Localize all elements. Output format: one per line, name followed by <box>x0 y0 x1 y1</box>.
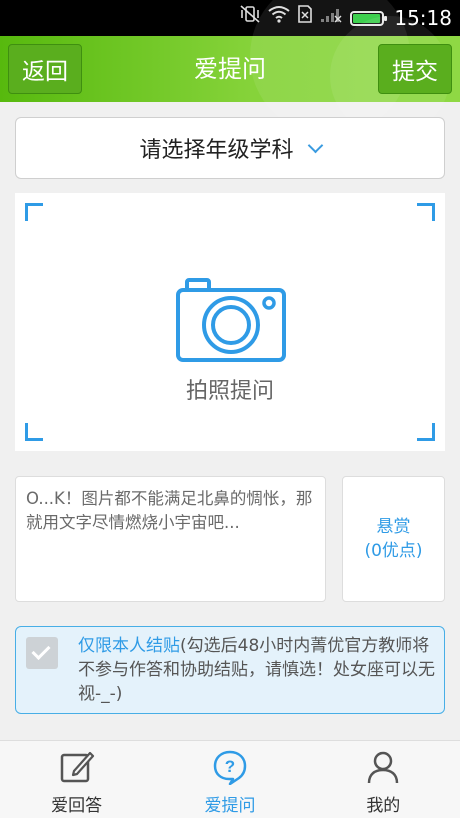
reward-button[interactable]: 悬赏 (0优点) <box>342 476 445 602</box>
person-icon <box>368 751 399 784</box>
reward-label: 悬赏 <box>376 517 411 537</box>
photo-label: 拍照提问 <box>185 379 274 404</box>
pencil-square-icon <box>60 751 94 783</box>
frame-corner <box>25 423 43 441</box>
frame-corner <box>417 203 435 221</box>
self-settle-panel: 仅限本人结贴(勾选后48小时内菁优官方教师将不参与作答和协助结贴，请慎选！处女座… <box>15 626 445 714</box>
question-bubble-icon: ? <box>213 750 247 785</box>
chevron-down-icon <box>307 137 323 153</box>
self-settle-checkbox[interactable] <box>26 637 58 669</box>
photo-capture-area[interactable]: 拍照提问 <box>15 193 445 451</box>
tab-answer[interactable]: 爱回答 <box>0 741 153 818</box>
tab-answer-label: 爱回答 <box>51 796 103 816</box>
bottom-nav: 爱回答 ? 爱提问 我的 <box>0 740 460 818</box>
frame-corner <box>25 203 43 221</box>
self-settle-title: 仅限本人结贴 <box>78 636 180 656</box>
frame-corner <box>417 423 435 441</box>
tab-ask[interactable]: ? 爱提问 <box>153 741 306 818</box>
tab-ask-label: 爱提问 <box>204 796 256 816</box>
back-button[interactable]: 返回 <box>8 44 82 94</box>
grade-subject-selector[interactable]: 请选择年级学科 <box>15 117 445 179</box>
self-settle-text: 仅限本人结贴(勾选后48小时内菁优官方教师将不参与作答和协助结贴，请慎选！处女座… <box>78 634 438 706</box>
header-bar: 爱提问 返回 提交 <box>0 0 460 136</box>
selector-label: 请选择年级学科 <box>139 138 294 163</box>
camera-icon <box>176 278 286 362</box>
reward-value: (0优点) <box>364 541 423 561</box>
svg-text:?: ? <box>225 757 235 776</box>
submit-button[interactable]: 提交 <box>378 44 452 94</box>
tab-mine-label: 我的 <box>366 796 401 816</box>
tab-mine[interactable]: 我的 <box>307 741 460 818</box>
question-text-field[interactable]: O...K！图片都不能满足北鼻的惆怅，那就用文字尽情燃烧小宇宙吧... <box>15 476 326 602</box>
check-icon <box>31 640 51 661</box>
